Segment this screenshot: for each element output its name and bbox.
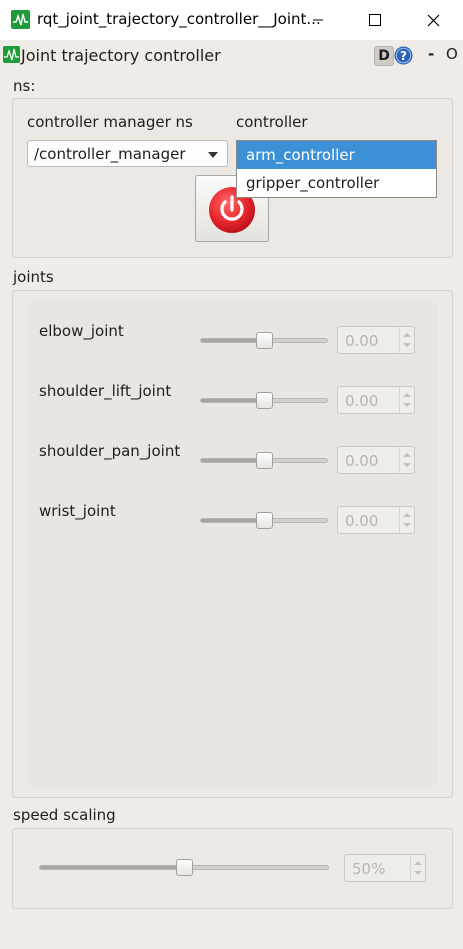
joint-name: wrist_joint <box>39 502 116 520</box>
spin-buttons[interactable] <box>399 327 414 353</box>
joint-value-spinbox[interactable]: 0.00 <box>337 326 415 354</box>
joint-value-spinbox[interactable]: 0.00 <box>337 386 415 414</box>
speed-value: 50% <box>352 860 386 878</box>
controller-option-gripper[interactable]: gripper_controller <box>237 169 436 197</box>
svg-text:?: ? <box>400 49 407 63</box>
spin-down-icon[interactable] <box>414 871 422 875</box>
controller-manager-select[interactable]: /controller_manager <box>27 140 228 167</box>
ns-group-label: ns: <box>13 77 36 95</box>
joint-value-spinbox[interactable]: 0.00 <box>337 446 415 474</box>
spin-buttons[interactable] <box>399 447 414 473</box>
joint-name: elbow_joint <box>39 322 124 340</box>
slider-handle[interactable] <box>256 452 273 469</box>
speed-value-spinbox[interactable]: 50% <box>344 854 426 882</box>
spin-buttons[interactable] <box>399 507 414 533</box>
slider-handle[interactable] <box>256 392 273 409</box>
spin-down-icon[interactable] <box>403 463 411 467</box>
maximize-button[interactable] <box>347 0 403 40</box>
options-plugin-button[interactable]: O <box>446 45 458 63</box>
speed-slider-handle[interactable] <box>176 859 193 876</box>
plugin-icon <box>3 46 20 63</box>
slider-fill <box>40 866 184 869</box>
minimize-plugin-button[interactable]: - <box>428 45 434 63</box>
joints-group-label: joints <box>13 268 54 286</box>
speed-scaling-label: speed scaling <box>13 806 116 824</box>
joints-scroll-area <box>27 302 438 786</box>
joint-name: shoulder_lift_joint <box>39 382 172 400</box>
slider-fill <box>201 399 264 402</box>
controller-option-arm[interactable]: arm_controller <box>237 141 436 169</box>
joint-value-spinbox[interactable]: 0.00 <box>337 506 415 534</box>
joint-name: shoulder_pan_joint <box>39 442 181 460</box>
controller-manager-label: controller manager ns <box>27 113 193 131</box>
maximize-icon <box>369 14 381 26</box>
controller-manager-value: /controller_manager <box>34 145 186 163</box>
spin-buttons[interactable] <box>399 387 414 413</box>
spin-up-icon[interactable] <box>414 861 422 865</box>
spin-up-icon[interactable] <box>403 453 411 457</box>
help-icon[interactable]: ? <box>394 46 413 65</box>
rqt-app-icon <box>11 10 30 29</box>
joint-value: 0.00 <box>345 332 379 350</box>
joint-value: 0.00 <box>345 452 379 470</box>
spin-up-icon[interactable] <box>403 513 411 517</box>
spin-up-icon[interactable] <box>403 333 411 337</box>
minimize-button[interactable] <box>290 0 346 40</box>
minimize-icon <box>313 19 323 21</box>
joint-value: 0.00 <box>345 512 379 530</box>
spin-buttons[interactable] <box>410 855 425 881</box>
plugin-title: Joint trajectory controller <box>21 46 221 65</box>
spin-down-icon[interactable] <box>403 403 411 407</box>
slider-handle[interactable] <box>256 512 273 529</box>
slider-handle[interactable] <box>256 332 273 349</box>
controller-label: controller <box>236 113 308 131</box>
chevron-down-icon <box>208 152 218 158</box>
dock-d-button[interactable]: D <box>374 46 394 66</box>
spin-down-icon[interactable] <box>403 523 411 527</box>
joint-value: 0.00 <box>345 392 379 410</box>
close-icon <box>427 14 439 26</box>
spin-up-icon[interactable] <box>403 393 411 397</box>
slider-fill <box>201 459 264 462</box>
slider-fill <box>201 339 264 342</box>
window-title: rqt_joint_trajectory_controller__Joint..… <box>37 10 321 28</box>
slider-fill <box>201 519 264 522</box>
controller-dropdown-list[interactable]: arm_controller gripper_controller <box>236 140 437 198</box>
spin-down-icon[interactable] <box>403 343 411 347</box>
close-button[interactable] <box>405 0 461 40</box>
